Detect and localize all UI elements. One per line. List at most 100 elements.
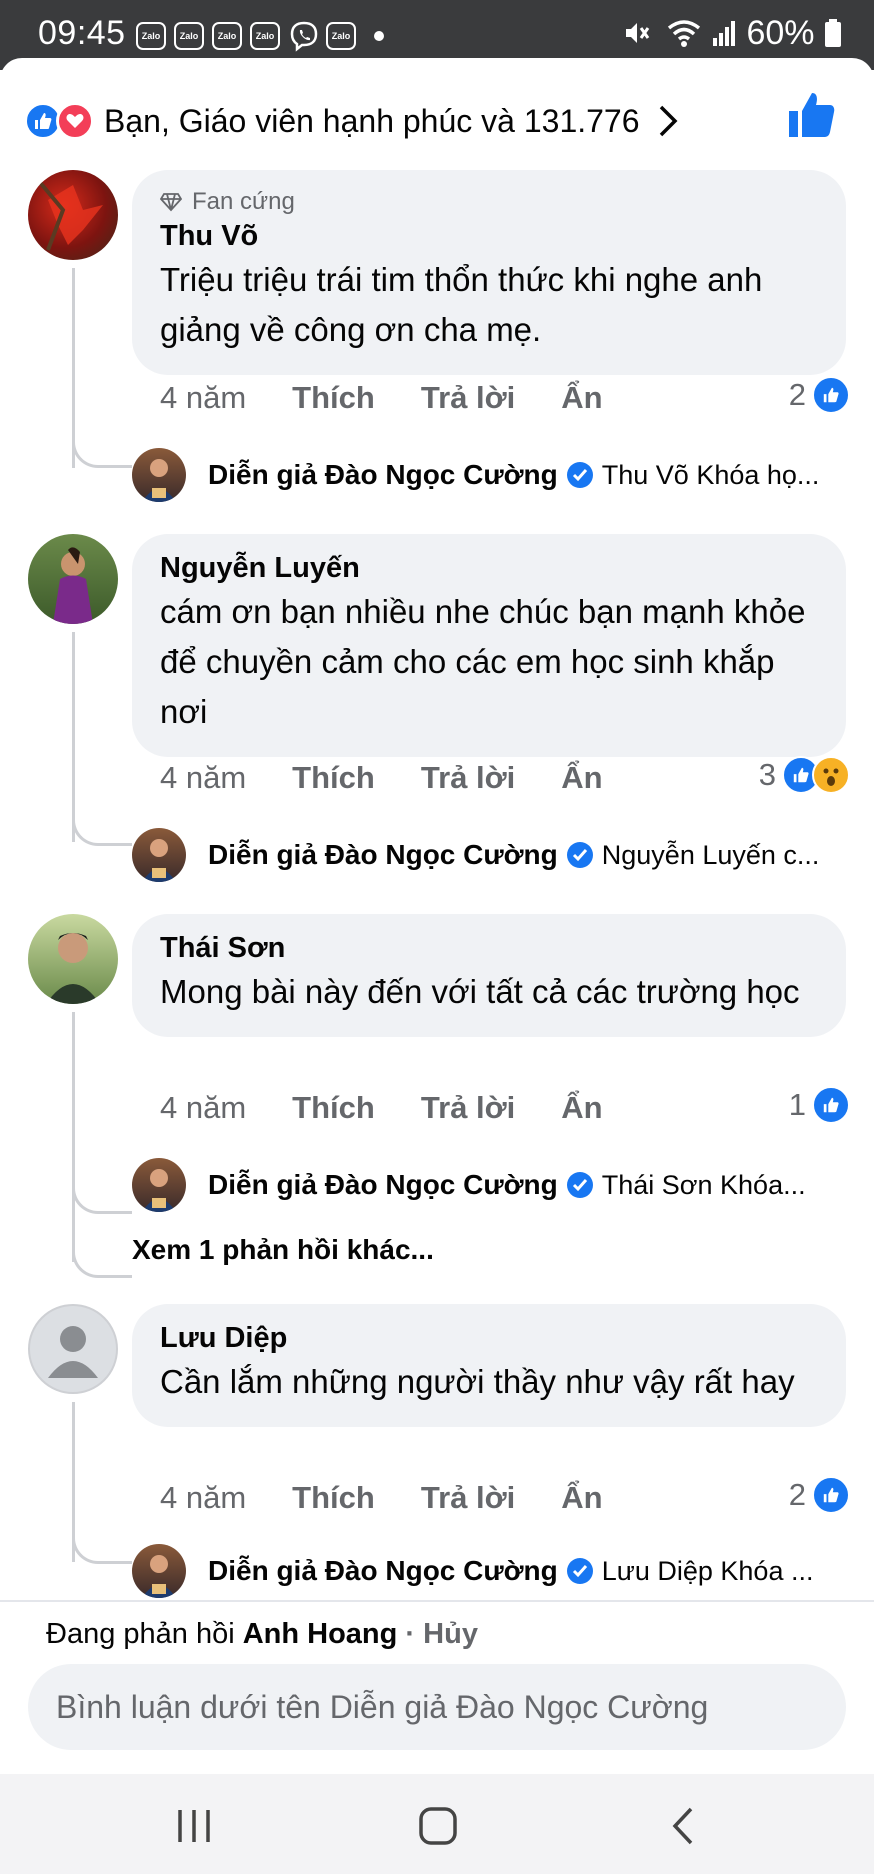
reply-author: Diễn giả Đào Ngọc Cường bbox=[208, 1555, 558, 1586]
thread-curve bbox=[72, 1524, 132, 1564]
reaction-count[interactable]: 1 bbox=[789, 1086, 850, 1124]
reply-text: Thái Sơn Khóa... bbox=[601, 1169, 806, 1200]
avatar[interactable] bbox=[28, 1304, 118, 1394]
home-button[interactable] bbox=[408, 1796, 468, 1856]
comment-actions: 4 năm Thích Trả lời Ẩn bbox=[160, 1480, 649, 1516]
comment-bubble[interactable]: Lưu Diệp Cần lắm những người thầy như vậ… bbox=[132, 1304, 846, 1427]
comment-actions: 4 năm Thích Trả lời Ẩn bbox=[160, 380, 649, 416]
top-fan-badge: Fan cứng bbox=[160, 188, 818, 216]
reaction-count-value: 2 bbox=[788, 1477, 806, 1512]
reaction-count[interactable]: 3 bbox=[759, 756, 850, 794]
comment-actions: 4 năm Thích Trả lời Ẩn bbox=[160, 760, 649, 796]
comment-text: Mong bài này đến với tất cả các trường h… bbox=[160, 973, 800, 1010]
comment-time: 4 năm bbox=[160, 760, 247, 795]
reaction-count-value: 2 bbox=[788, 377, 806, 412]
like-action[interactable]: Thích bbox=[292, 1480, 375, 1516]
like-reaction-icon bbox=[812, 376, 850, 414]
reply-preview[interactable]: Diễn giả Đào Ngọc Cường Thu Võ Khóa họ..… bbox=[132, 448, 852, 502]
home-icon bbox=[419, 1807, 457, 1845]
comment-time: 4 năm bbox=[160, 1090, 247, 1125]
hide-action[interactable]: Ẩn bbox=[561, 1480, 602, 1516]
reply-text: Nguyễn Luyến c... bbox=[601, 839, 820, 870]
recent-apps-button[interactable] bbox=[164, 1796, 224, 1856]
comment-time: 4 năm bbox=[160, 380, 247, 415]
commenter-name[interactable]: Lưu Diệp bbox=[160, 1322, 818, 1355]
commenter-name[interactable]: Thu Võ bbox=[160, 220, 818, 253]
avatar[interactable] bbox=[28, 170, 118, 260]
zalo-icon: Zalo bbox=[174, 22, 204, 50]
viber-icon bbox=[290, 21, 318, 52]
reply-action[interactable]: Trả lời bbox=[421, 380, 515, 416]
thread-curve bbox=[72, 806, 132, 846]
comment-bubble[interactable]: Fan cứng Thu Võ Triệu triệu trái tim thổ… bbox=[132, 170, 846, 375]
reply-author: Diễn giả Đào Ngọc Cường bbox=[208, 459, 558, 490]
reply-action[interactable]: Trả lời bbox=[421, 760, 515, 796]
separator: · bbox=[397, 1618, 424, 1650]
back-button[interactable] bbox=[654, 1796, 714, 1856]
reaction-count-value: 1 bbox=[788, 1087, 806, 1122]
replying-to-name: Anh Hoang bbox=[242, 1618, 398, 1650]
signal-icon bbox=[713, 21, 736, 46]
reaction-count-value: 3 bbox=[758, 757, 776, 792]
like-button[interactable] bbox=[786, 90, 836, 140]
reply-author: Diễn giả Đào Ngọc Cường bbox=[208, 1169, 558, 1200]
reply-preview[interactable]: Diễn giả Đào Ngọc Cường Lưu Diệp Khóa ..… bbox=[132, 1544, 852, 1598]
comments-sheet: Bạn, Giáo viên hạnh phúc và 131.776 Fan … bbox=[0, 58, 874, 1774]
wow-reaction-icon bbox=[812, 756, 850, 794]
reply-author: Diễn giả Đào Ngọc Cường bbox=[208, 839, 558, 870]
diamond-icon bbox=[160, 193, 182, 212]
avatar[interactable] bbox=[28, 534, 118, 624]
comment-bubble[interactable]: Thái Sơn Mong bài này đến với tất cả các… bbox=[132, 914, 846, 1037]
comment-input[interactable]: Bình luận dưới tên Diễn giả Đào Ngọc Cườ… bbox=[28, 1664, 846, 1750]
thread-curve bbox=[72, 428, 132, 468]
hide-action[interactable]: Ẩn bbox=[561, 380, 602, 416]
like-action[interactable]: Thích bbox=[292, 760, 375, 796]
replying-to-line: Đang phản hồi Anh Hoang · Hủy bbox=[46, 1618, 478, 1651]
hide-action[interactable]: Ẩn bbox=[561, 760, 602, 796]
thread-line bbox=[72, 1012, 75, 1262]
back-icon bbox=[672, 1807, 693, 1845]
reply-text: Thu Võ Khóa họ... bbox=[601, 459, 820, 490]
zalo-icon: Zalo bbox=[136, 22, 166, 50]
avatar bbox=[132, 1158, 186, 1212]
battery-icon bbox=[825, 19, 841, 47]
reply-preview[interactable]: Diễn giả Đào Ngọc Cường Nguyễn Luyến c..… bbox=[132, 828, 852, 882]
avatar bbox=[132, 1544, 186, 1598]
avatar[interactable] bbox=[28, 914, 118, 1004]
cancel-reply-button[interactable]: Hủy bbox=[423, 1618, 478, 1650]
thread-curve bbox=[72, 1238, 132, 1278]
commenter-name[interactable]: Thái Sơn bbox=[160, 932, 818, 965]
reactions-summary[interactable]: Bạn, Giáo viên hạnh phúc và 131.776 bbox=[24, 96, 680, 146]
recent-apps-icon bbox=[178, 1810, 210, 1842]
composer-divider bbox=[0, 1600, 874, 1602]
mute-icon bbox=[626, 23, 650, 43]
comment-actions: 4 năm Thích Trả lời Ẩn bbox=[160, 1090, 649, 1126]
comment-text: cám ơn bạn nhiều nhe chúc bạn mạnh khỏe … bbox=[160, 593, 806, 730]
like-reaction-icon bbox=[812, 1086, 850, 1124]
comment-input-placeholder: Bình luận dưới tên Diễn giả Đào Ngọc Cườ… bbox=[56, 1688, 709, 1725]
love-reaction-icon bbox=[56, 102, 94, 140]
comment-text: Cần lắm những người thầy như vậy rất hay bbox=[160, 1363, 795, 1400]
commenter-name[interactable]: Nguyễn Luyến bbox=[160, 552, 818, 585]
like-action[interactable]: Thích bbox=[292, 1090, 375, 1126]
comment-bubble[interactable]: Nguyễn Luyến cám ơn bạn nhiều nhe chúc b… bbox=[132, 534, 846, 757]
view-more-replies[interactable]: Xem 1 phản hồi khác... bbox=[132, 1234, 434, 1266]
battery-percent: 60% bbox=[746, 14, 815, 52]
reaction-count[interactable]: 2 bbox=[789, 1476, 850, 1514]
reply-preview[interactable]: Diễn giả Đào Ngọc Cường Thái Sơn Khóa... bbox=[132, 1158, 852, 1212]
reaction-count[interactable]: 2 bbox=[789, 376, 850, 414]
reply-action[interactable]: Trả lời bbox=[421, 1480, 515, 1516]
reply-action[interactable]: Trả lời bbox=[421, 1090, 515, 1126]
zalo-icon: Zalo bbox=[212, 22, 242, 50]
like-action[interactable]: Thích bbox=[292, 380, 375, 416]
hide-action[interactable]: Ẩn bbox=[561, 1090, 602, 1126]
avatar bbox=[132, 448, 186, 502]
comment-text: Triệu triệu trái tim thổn thức khi nghe … bbox=[160, 261, 763, 348]
like-reaction-icon bbox=[812, 1476, 850, 1514]
reactions-text: Bạn, Giáo viên hạnh phúc và 131.776 bbox=[104, 102, 640, 139]
verified-icon bbox=[566, 462, 593, 488]
replying-prefix: Đang phản hồi bbox=[46, 1618, 235, 1650]
reply-text: Lưu Diệp Khóa ... bbox=[601, 1555, 814, 1586]
verified-icon bbox=[566, 1172, 593, 1198]
status-right: 60% bbox=[620, 14, 842, 53]
